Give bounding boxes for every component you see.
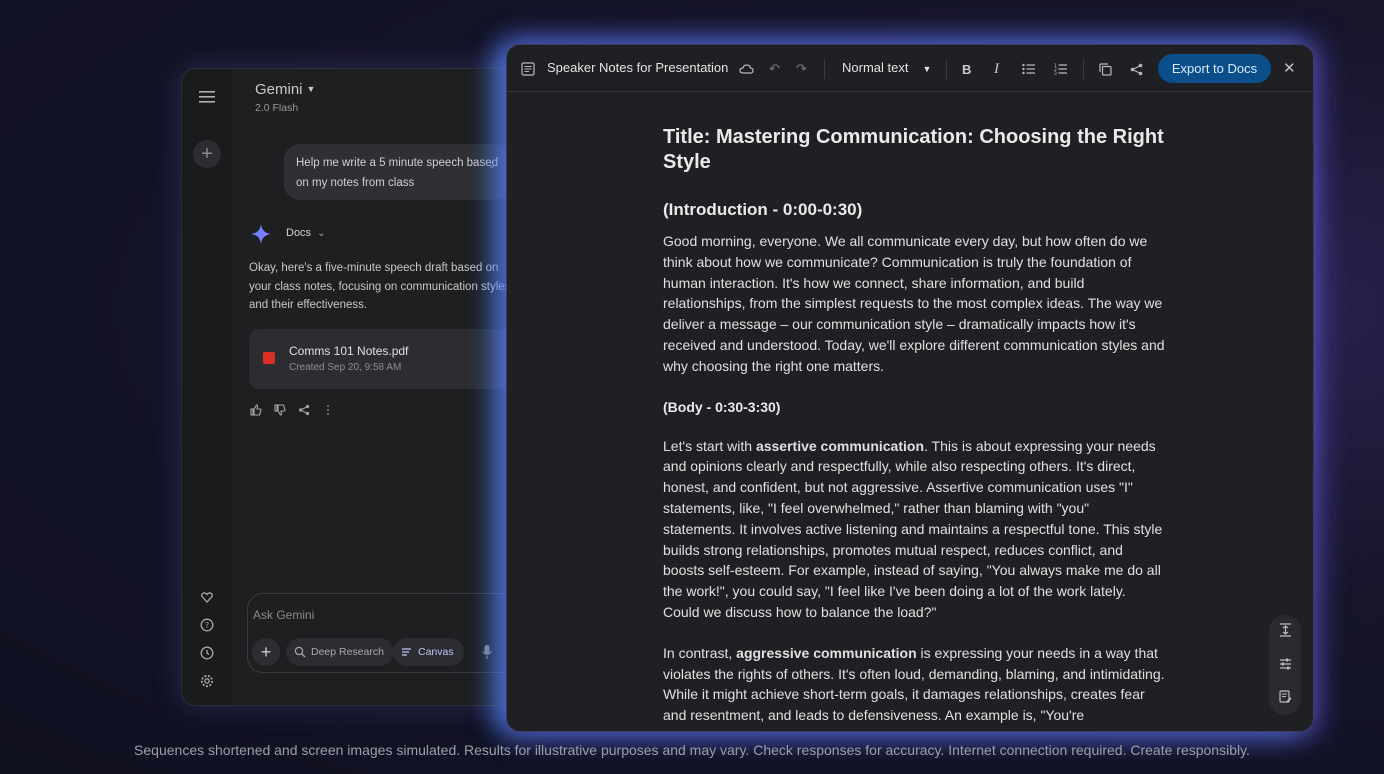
response-actions: ⋮ bbox=[249, 403, 335, 417]
mic-icon[interactable] bbox=[480, 644, 494, 660]
paragraph-text: . This is about expressing your needs an… bbox=[663, 437, 1163, 620]
gemini-panel: + ? Gemini ▼ 2.0 Flash Help me write a 5 … bbox=[181, 68, 521, 706]
help-icon[interactable]: ? bbox=[195, 613, 219, 637]
svg-text:?: ? bbox=[205, 621, 209, 630]
intro-paragraph: Good morning, everyone. We all communica… bbox=[663, 233, 1165, 374]
text-style-value: Normal text bbox=[842, 60, 909, 75]
add-button[interactable]: + bbox=[252, 638, 280, 666]
bulleted-list-icon[interactable] bbox=[1022, 59, 1036, 79]
side-tools bbox=[1269, 615, 1301, 715]
response-source-label: Docs bbox=[286, 227, 312, 239]
deep-research-icon bbox=[294, 646, 306, 658]
attachment-card[interactable]: Comms 101 Notes.pdf Created Sep 20, 9:58… bbox=[249, 329, 511, 389]
attachment-name: Comms 101 Notes.pdf bbox=[289, 344, 409, 358]
model-name: Gemini bbox=[255, 81, 303, 98]
body-heading: (Body - 0:30-3:30) bbox=[663, 398, 781, 415]
document-heading: Title: Mastering Communication: Choosing… bbox=[663, 126, 1164, 173]
expand-chevron-icon[interactable]: ⌄ bbox=[488, 156, 496, 176]
chevron-down-icon: ⌄ bbox=[317, 228, 326, 239]
document-body[interactable]: Title: Mastering Communication: Choosing… bbox=[663, 125, 1165, 726]
canvas-icon bbox=[402, 648, 411, 656]
history-icon[interactable] bbox=[195, 641, 219, 665]
pdf-file-icon bbox=[263, 352, 275, 364]
redo-icon[interactable]: ↷ bbox=[796, 59, 807, 79]
share-icon[interactable] bbox=[1130, 59, 1143, 79]
thumbs-down-icon[interactable] bbox=[273, 403, 287, 417]
gem-icon[interactable] bbox=[195, 585, 219, 609]
attachment-date: Created Sep 20, 9:58 AM bbox=[289, 362, 402, 373]
deep-research-chip[interactable]: Deep Research bbox=[286, 638, 394, 666]
more-options-icon[interactable]: ⋮ bbox=[321, 403, 335, 417]
numbered-list-icon[interactable]: 123 bbox=[1054, 59, 1068, 79]
prompt-input[interactable]: Ask Gemini + Deep Research Canvas bbox=[247, 593, 517, 673]
gemini-sparkle-icon bbox=[251, 224, 271, 244]
canvas-label: Canvas bbox=[418, 646, 454, 658]
adjust-settings-icon[interactable] bbox=[1279, 657, 1292, 675]
copy-icon[interactable] bbox=[1099, 59, 1112, 79]
suggest-edits-icon[interactable] bbox=[1278, 689, 1292, 708]
canvas-window: Speaker Notes for Presentation ↶ ↷ Norma… bbox=[506, 44, 1314, 732]
response-text: Okay, here's a five-minute speech draft … bbox=[249, 262, 511, 311]
document-icon bbox=[521, 59, 535, 79]
caret-down-icon: ▼ bbox=[306, 84, 316, 94]
user-message: Help me write a 5 minute speech based on… bbox=[284, 144, 510, 200]
model-selector[interactable]: Gemini ▼ bbox=[255, 81, 315, 98]
text-style-dropdown[interactable]: Normal text ▼ bbox=[842, 60, 931, 75]
response-source-selector[interactable]: Docs ⌄ bbox=[286, 227, 325, 239]
toolbar-divider bbox=[824, 59, 825, 79]
canvas-toolbar: Speaker Notes for Presentation ↶ ↷ Norma… bbox=[507, 45, 1313, 92]
caret-down-icon: ▼ bbox=[922, 64, 932, 74]
model-version: 2.0 Flash bbox=[255, 102, 299, 114]
paragraph-text: Let's start with bbox=[663, 437, 756, 454]
canvas-chip[interactable]: Canvas bbox=[393, 638, 464, 666]
cloud-saved-icon bbox=[739, 59, 754, 79]
undo-icon[interactable]: ↶ bbox=[769, 59, 780, 79]
export-to-docs-button[interactable]: Export to Docs bbox=[1158, 54, 1271, 83]
aggressive-paragraph: In contrast, aggressive communication is… bbox=[663, 643, 1165, 726]
bold-term: assertive communication bbox=[755, 437, 924, 454]
nav-rail: + ? bbox=[182, 69, 232, 705]
document-title: Speaker Notes for Presentation bbox=[547, 60, 729, 75]
italic-icon[interactable]: I bbox=[994, 59, 999, 79]
toolbar-divider bbox=[946, 59, 947, 79]
assertive-paragraph: Let's start with assertive communication… bbox=[663, 436, 1165, 623]
disclaimer-text: Sequences shortened and screen images si… bbox=[134, 742, 1250, 758]
thumbs-up-icon[interactable] bbox=[249, 403, 263, 417]
settings-icon[interactable] bbox=[195, 669, 219, 693]
bold-term: aggressive communication bbox=[736, 644, 917, 661]
intro-heading: (Introduction - 0:00-0:30) bbox=[663, 200, 863, 219]
new-chat-icon[interactable]: + bbox=[193, 140, 221, 168]
deep-research-label: Deep Research bbox=[311, 646, 384, 658]
prompt-placeholder: Ask Gemini bbox=[253, 608, 315, 622]
close-icon[interactable]: ✕ bbox=[1283, 59, 1296, 77]
user-message-text: Help me write a 5 minute speech based on… bbox=[296, 157, 498, 189]
menu-icon[interactable] bbox=[195, 85, 219, 109]
adjust-length-icon[interactable] bbox=[1279, 622, 1292, 642]
share-icon[interactable] bbox=[297, 403, 311, 417]
paragraph-text: In contrast, bbox=[663, 644, 737, 661]
svg-text:3: 3 bbox=[1054, 71, 1057, 75]
bold-icon[interactable]: B bbox=[962, 59, 971, 79]
toolbar-divider bbox=[1083, 59, 1084, 79]
